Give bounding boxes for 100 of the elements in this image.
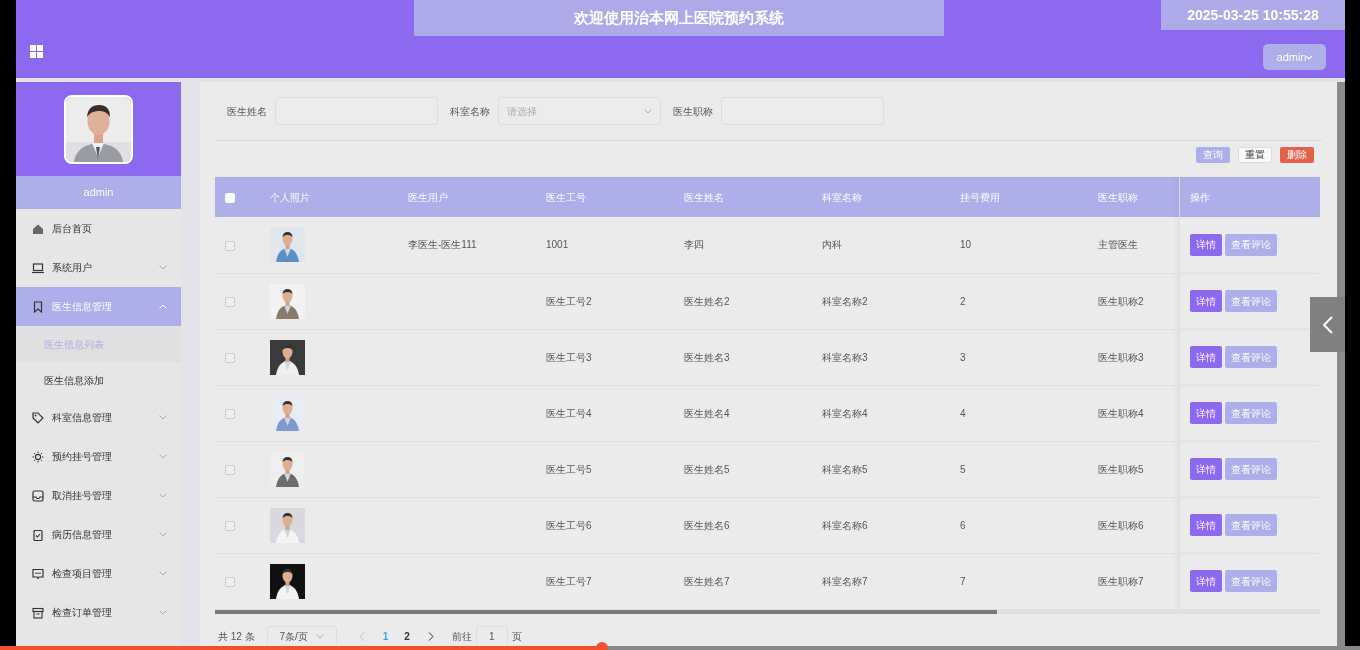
table-cell: 医生姓名7	[684, 575, 730, 587]
details-button[interactable]: 详情	[1189, 514, 1222, 536]
table-cell: 科室名称5	[822, 463, 868, 475]
table-cell: 医生职称3	[1098, 351, 1144, 363]
view-reviews-button[interactable]: 查看评论	[1224, 514, 1277, 536]
chevron-icon	[315, 634, 324, 639]
sidebar-item[interactable]: 系统用户	[16, 248, 181, 287]
sidebar-item[interactable]: 取消挂号管理	[16, 476, 181, 515]
select-all-checkbox[interactable]	[225, 192, 235, 203]
delete-button[interactable]: 删除	[1280, 147, 1314, 163]
page-link[interactable]: 2	[396, 629, 418, 644]
table-cell: 医生工号5	[546, 463, 592, 475]
sidebar-item[interactable]: 病历信息管理	[16, 515, 181, 554]
view-reviews-button[interactable]: 查看评论	[1224, 233, 1277, 256]
page-title: 欢迎使用治本网上医院预约系统	[414, 0, 944, 36]
previous-page-icon[interactable]	[358, 632, 365, 641]
table-cell: 10	[960, 239, 972, 251]
search-button[interactable]: 查询	[1196, 147, 1230, 163]
row-checkbox[interactable]	[225, 240, 235, 251]
table-cell: 医生工号6	[546, 519, 592, 531]
table-cell: 医生职称4	[1098, 407, 1144, 419]
chat-icon	[32, 567, 44, 580]
view-reviews-button[interactable]: 查看评论	[1224, 346, 1277, 368]
sun-icon	[32, 450, 44, 463]
field-label: 医生姓名	[227, 104, 267, 119]
row-checkbox[interactable]	[225, 352, 235, 363]
clipboard-icon	[32, 528, 44, 541]
details-button[interactable]: 详情	[1189, 290, 1222, 312]
column-header: 科室名称	[822, 191, 862, 203]
details-button[interactable]: 详情	[1189, 402, 1222, 424]
grid-icon[interactable]	[30, 44, 43, 58]
row-checkbox[interactable]	[225, 576, 235, 587]
table-cell: 内科	[822, 239, 842, 251]
sidebar-item[interactable]: 后台首页	[16, 209, 181, 248]
details-button[interactable]: 详情	[1189, 570, 1222, 592]
column-header: 医生职称	[1098, 191, 1138, 203]
column-header: 医生姓名	[684, 191, 724, 203]
sidebar-item[interactable]: 检查项目管理	[16, 554, 181, 593]
field-label: 医生职称	[673, 104, 713, 119]
row-checkbox[interactable]	[225, 296, 235, 307]
caret-icon	[1306, 55, 1313, 60]
chevron-left-icon	[1322, 315, 1333, 334]
table-cell: 5	[960, 463, 966, 475]
table-cell: 医生职称7	[1098, 575, 1144, 587]
details-button[interactable]: 详情	[1189, 458, 1222, 480]
collapse-tab[interactable]	[1310, 297, 1345, 352]
table-cell: 6	[960, 519, 966, 531]
column-header: 医生工号	[546, 191, 586, 203]
submenu-item[interactable]: 医生信息添加	[16, 362, 181, 398]
table-cell: 7	[960, 575, 966, 587]
row-checkbox[interactable]	[225, 464, 235, 475]
horizontal-scrollbar[interactable]	[215, 609, 997, 614]
details-button[interactable]: 详情	[1189, 233, 1222, 256]
table-cell: 医生工号3	[546, 351, 592, 363]
table-cell: 医生姓名5	[684, 463, 730, 475]
table-cell: 科室名称6	[822, 519, 868, 531]
goto-label: 前往	[451, 630, 472, 644]
page-link[interactable]: 1	[374, 629, 397, 644]
monitor-icon	[32, 261, 44, 274]
tag-icon	[32, 411, 44, 424]
table-cell: 医生姓名3	[684, 351, 730, 363]
table-cell: 李四	[684, 239, 704, 251]
column-header: 医生用户	[408, 191, 448, 203]
table-cell: 医生职称2	[1098, 295, 1144, 307]
user-menu-button[interactable]: admin	[1263, 44, 1326, 70]
view-reviews-button[interactable]: 查看评论	[1224, 290, 1277, 312]
table-cell: 医生姓名4	[684, 407, 730, 419]
table-cell: 科室名称3	[822, 351, 868, 363]
view-reviews-button[interactable]: 查看评论	[1224, 570, 1277, 592]
table-cell: 科室名称7	[822, 575, 868, 587]
table-cell: 李医生-医生111	[408, 239, 477, 251]
table-cell: 2	[960, 295, 966, 307]
table-cell: 医生职称6	[1098, 519, 1144, 531]
table-cell: 3	[960, 351, 966, 363]
table-cell: 医生姓名2	[684, 295, 730, 307]
user-name: admin	[16, 176, 181, 209]
table-cell: 主管医生	[1098, 239, 1138, 251]
column-header: 操作	[1189, 191, 1210, 203]
progress-handle[interactable]	[596, 642, 609, 650]
table-cell: 医生工号7	[546, 575, 592, 587]
clock-text: 2025-03-25 10:55:28	[1161, 0, 1345, 30]
table-cell: 医生工号2	[546, 295, 592, 307]
sidebar-item[interactable]: 医生信息管理	[16, 287, 181, 326]
row-checkbox[interactable]	[225, 408, 235, 419]
row-checkbox[interactable]	[225, 520, 235, 531]
next-page-icon[interactable]	[427, 632, 434, 641]
table-cell: 科室名称2	[822, 295, 868, 307]
reset-button[interactable]: 重置	[1238, 147, 1272, 163]
page-suffix: 页	[511, 630, 522, 644]
archive-icon	[32, 606, 44, 619]
table-cell: 1001	[546, 239, 569, 251]
view-reviews-button[interactable]: 查看评论	[1224, 458, 1277, 480]
sidebar-item[interactable]: 科室信息管理	[16, 398, 181, 437]
sidebar-item[interactable]: 检查订单管理	[16, 593, 181, 632]
table-cell: 医生姓名6	[684, 519, 730, 531]
view-reviews-button[interactable]: 查看评论	[1224, 402, 1277, 424]
total-count: 共 12 条	[218, 630, 255, 644]
details-button[interactable]: 详情	[1189, 346, 1222, 368]
sidebar-item[interactable]: 预约挂号管理	[16, 437, 181, 476]
table-cell: 科室名称4	[822, 407, 868, 419]
